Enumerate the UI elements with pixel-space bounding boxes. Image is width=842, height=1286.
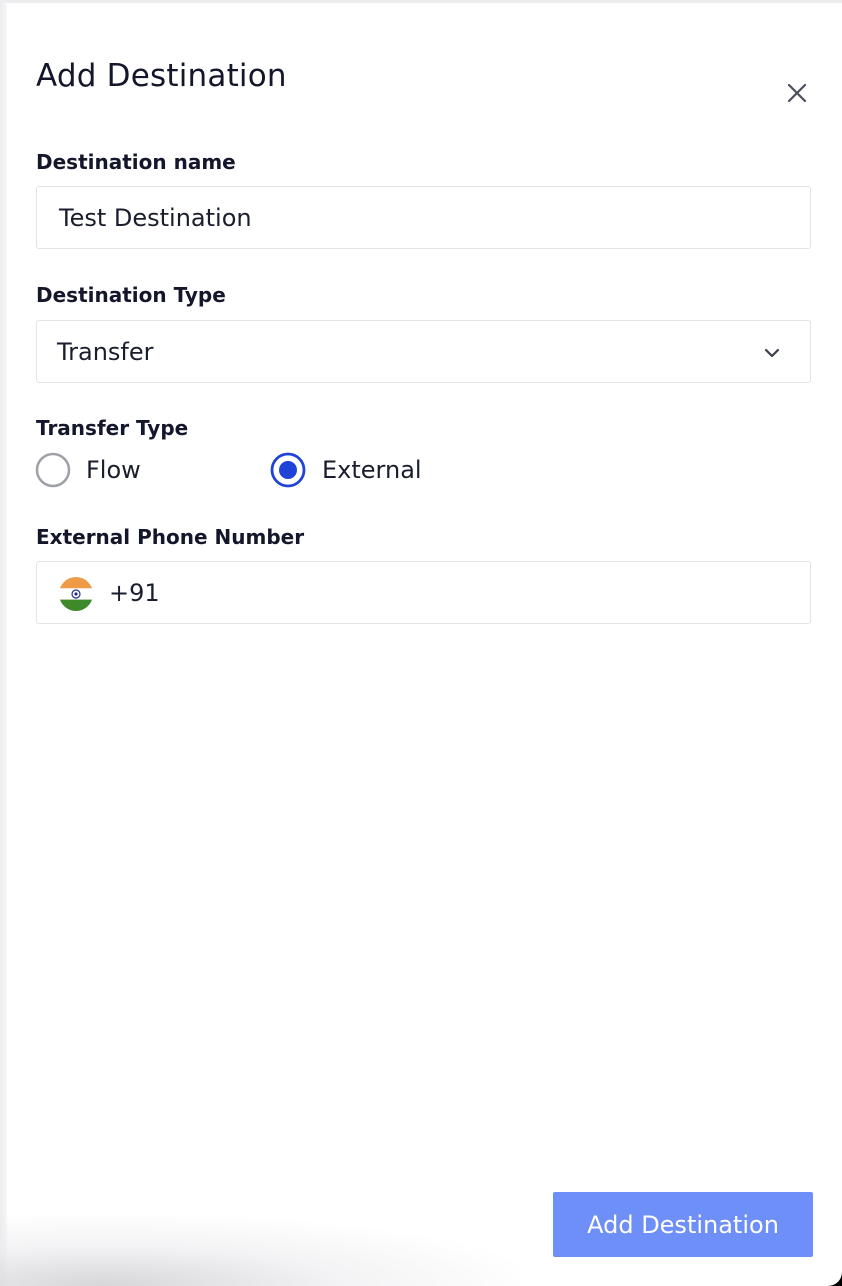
radio-selected-icon	[270, 452, 306, 488]
destination-type-value: Transfer	[57, 338, 154, 366]
destination-name-input[interactable]: Test Destination	[36, 186, 811, 249]
radio-external-label[interactable]: External	[322, 456, 422, 484]
radio-external[interactable]	[270, 452, 306, 488]
external-phone-input[interactable]: +91	[36, 561, 811, 624]
dialog-title: Add Destination	[36, 58, 287, 94]
country-selector[interactable]	[59, 577, 93, 611]
radio-flow[interactable]	[35, 452, 71, 488]
add-destination-button[interactable]: Add Destination	[553, 1192, 813, 1257]
destination-name-value: Test Destination	[59, 204, 252, 232]
destination-type-label: Destination Type	[36, 283, 226, 307]
radio-unselected-icon	[35, 452, 71, 488]
panel-top-border	[0, 0, 842, 3]
country-code: +91	[109, 579, 160, 607]
transfer-type-label: Transfer Type	[36, 416, 189, 440]
panel-edge	[0, 0, 7, 1286]
bottom-shadow	[0, 1216, 520, 1286]
chevron-down-icon	[764, 348, 780, 358]
india-flag-icon	[59, 577, 93, 611]
close-button[interactable]	[782, 78, 812, 108]
radio-flow-label[interactable]: Flow	[86, 456, 141, 484]
external-phone-label: External Phone Number	[36, 525, 305, 549]
close-icon	[787, 83, 807, 103]
add-destination-panel: Add Destination Destination name Test De…	[0, 0, 842, 1286]
destination-name-label: Destination name	[36, 150, 236, 174]
destination-type-select[interactable]: Transfer	[36, 320, 811, 383]
